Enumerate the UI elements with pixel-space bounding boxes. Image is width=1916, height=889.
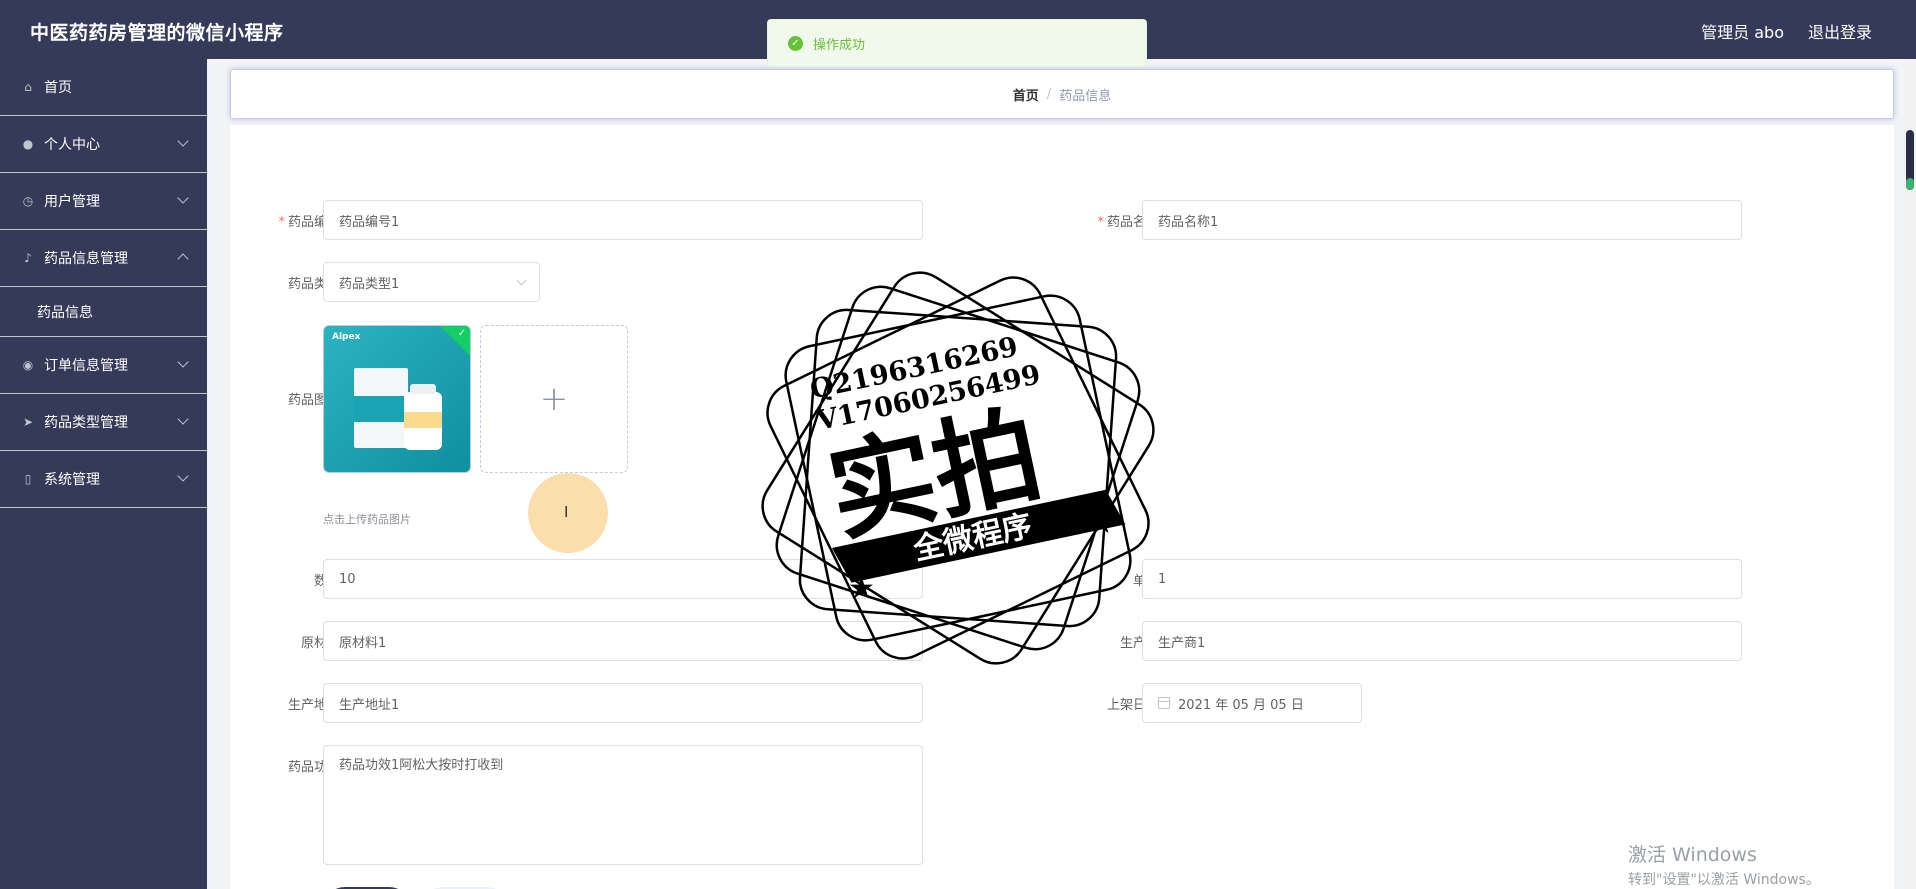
send-icon: ➤ xyxy=(22,415,34,429)
sidebar-item-system-management[interactable]: ▯ 系统管理 xyxy=(0,451,207,508)
sidebar-item-order-management[interactable]: ◉ 订单信息管理 xyxy=(0,337,207,394)
page-scrollbar[interactable] xyxy=(1904,59,1916,889)
sidebar-item-drug-info-management[interactable]: ♪ 药品信息管理 xyxy=(0,230,207,287)
breadcrumb-current: 药品信息 xyxy=(1059,88,1112,104)
chevron-down-icon xyxy=(177,470,189,482)
check-icon: ✓ xyxy=(457,328,466,339)
chevron-down-icon xyxy=(177,413,189,425)
check-circle-icon: ✓ xyxy=(788,35,803,51)
sidebar-item-label: 用户管理 xyxy=(44,194,100,210)
drug-image-thumbnail[interactable]: Alpex ✓ xyxy=(323,325,471,473)
address-input[interactable]: 生产地址1 xyxy=(323,683,923,723)
sidebar-item-label: 个人中心 xyxy=(44,137,100,153)
material-input[interactable]: 原材料1 xyxy=(323,621,923,661)
breadcrumb: 首页 / 药品信息 xyxy=(230,69,1894,119)
chevron-up-icon xyxy=(177,253,189,265)
main-content: 首页 / 药品信息 * 药品编号 药品编号1 * 药品名称 药品名称1 药品类型 药… xyxy=(207,59,1916,889)
sidebar-item-personal-center[interactable]: ● 个人中心 xyxy=(0,116,207,173)
image-brand-text: Alpex xyxy=(332,332,361,342)
drug-form: * 药品编号 药品编号1 * 药品名称 药品名称1 药品类型 药品类型1 药品图片 … xyxy=(230,125,1894,889)
sidebar-item-drug-type-management[interactable]: ➤ 药品类型管理 xyxy=(0,394,207,451)
logout-button[interactable]: 退出登录 xyxy=(1808,19,1872,43)
windows-activation-subtitle: 转到"设置"以激活 Windows。 xyxy=(1628,872,1820,888)
sidebar-item-label: 药品信息 xyxy=(37,304,93,321)
chevron-down-icon xyxy=(177,135,189,147)
sidebar-item-label: 订单信息管理 xyxy=(44,358,128,374)
upload-success-corner xyxy=(438,326,470,357)
drug-type-select[interactable]: 药品类型1 xyxy=(323,262,540,302)
sidebar-item-label: 首页 xyxy=(44,80,72,96)
image-upload-button[interactable]: + xyxy=(480,325,628,473)
success-toast: ✓ 操作成功 xyxy=(767,19,1147,67)
phone-icon: ▯ xyxy=(24,472,32,486)
breadcrumb-home[interactable]: 首页 xyxy=(1013,85,1039,104)
mic-icon: ♪ xyxy=(24,251,32,265)
scrollbar-thumb[interactable] xyxy=(1906,130,1914,190)
sidebar-item-home[interactable]: ⌂ 首页 xyxy=(0,59,207,116)
sidebar-item-label: 药品信息管理 xyxy=(44,251,128,267)
app-title: 中医药药房管理的微信小程序 xyxy=(30,22,284,44)
chevron-down-icon xyxy=(516,275,527,286)
header-actions: 管理员 abo 退出登录 xyxy=(1701,19,1872,43)
plus-icon: + xyxy=(539,379,569,419)
chevron-down-icon xyxy=(177,192,189,204)
leaf-icon: ◉ xyxy=(22,358,34,372)
sidebar-item-label: 系统管理 xyxy=(44,472,100,488)
drug-code-input[interactable]: 药品编号1 xyxy=(323,200,923,240)
sidebar: ⌂ 首页 ● 个人中心 ◷ 用户管理 ♪ 药品信息管理 药品信息 ◉ 订单信息管… xyxy=(0,59,207,889)
sidebar-item-user-management[interactable]: ◷ 用户管理 xyxy=(0,173,207,230)
text-cursor-icon: I xyxy=(564,503,569,521)
sidebar-item-label: 药品类型管理 xyxy=(44,415,128,431)
upload-hint: 点击上传药品图片 xyxy=(323,513,411,526)
quantity-input[interactable]: 10 xyxy=(323,559,923,599)
shelf-date-picker[interactable]: 2021 年 05 月 05 日 xyxy=(1142,683,1362,723)
admin-user-label[interactable]: 管理员 abo xyxy=(1701,19,1784,43)
breadcrumb-separator: / xyxy=(1046,86,1052,102)
medicine-box-shape xyxy=(354,368,408,448)
windows-activation-title: 激活 Windows xyxy=(1628,844,1757,866)
windows-activation-notice: 激活 Windows 转到"设置"以激活 Windows。 xyxy=(1628,840,1820,889)
calendar-icon xyxy=(1158,697,1170,709)
sidebar-subitem-drug-info[interactable]: 药品信息 xyxy=(0,287,207,337)
price-input[interactable]: 1 xyxy=(1142,559,1742,599)
user-icon: ● xyxy=(22,137,34,151)
medicine-bottle-shape xyxy=(404,384,442,450)
toast-message: 操作成功 xyxy=(813,37,866,53)
manufacturer-input[interactable]: 生产商1 xyxy=(1142,621,1742,661)
home-icon: ⌂ xyxy=(24,80,32,94)
drug-name-input[interactable]: 药品名称1 xyxy=(1142,200,1742,240)
clock-icon: ◷ xyxy=(22,194,34,208)
efficacy-textarea[interactable]: 药品功效1阿松大按时打收到 xyxy=(323,745,923,865)
chevron-down-icon xyxy=(177,356,189,368)
